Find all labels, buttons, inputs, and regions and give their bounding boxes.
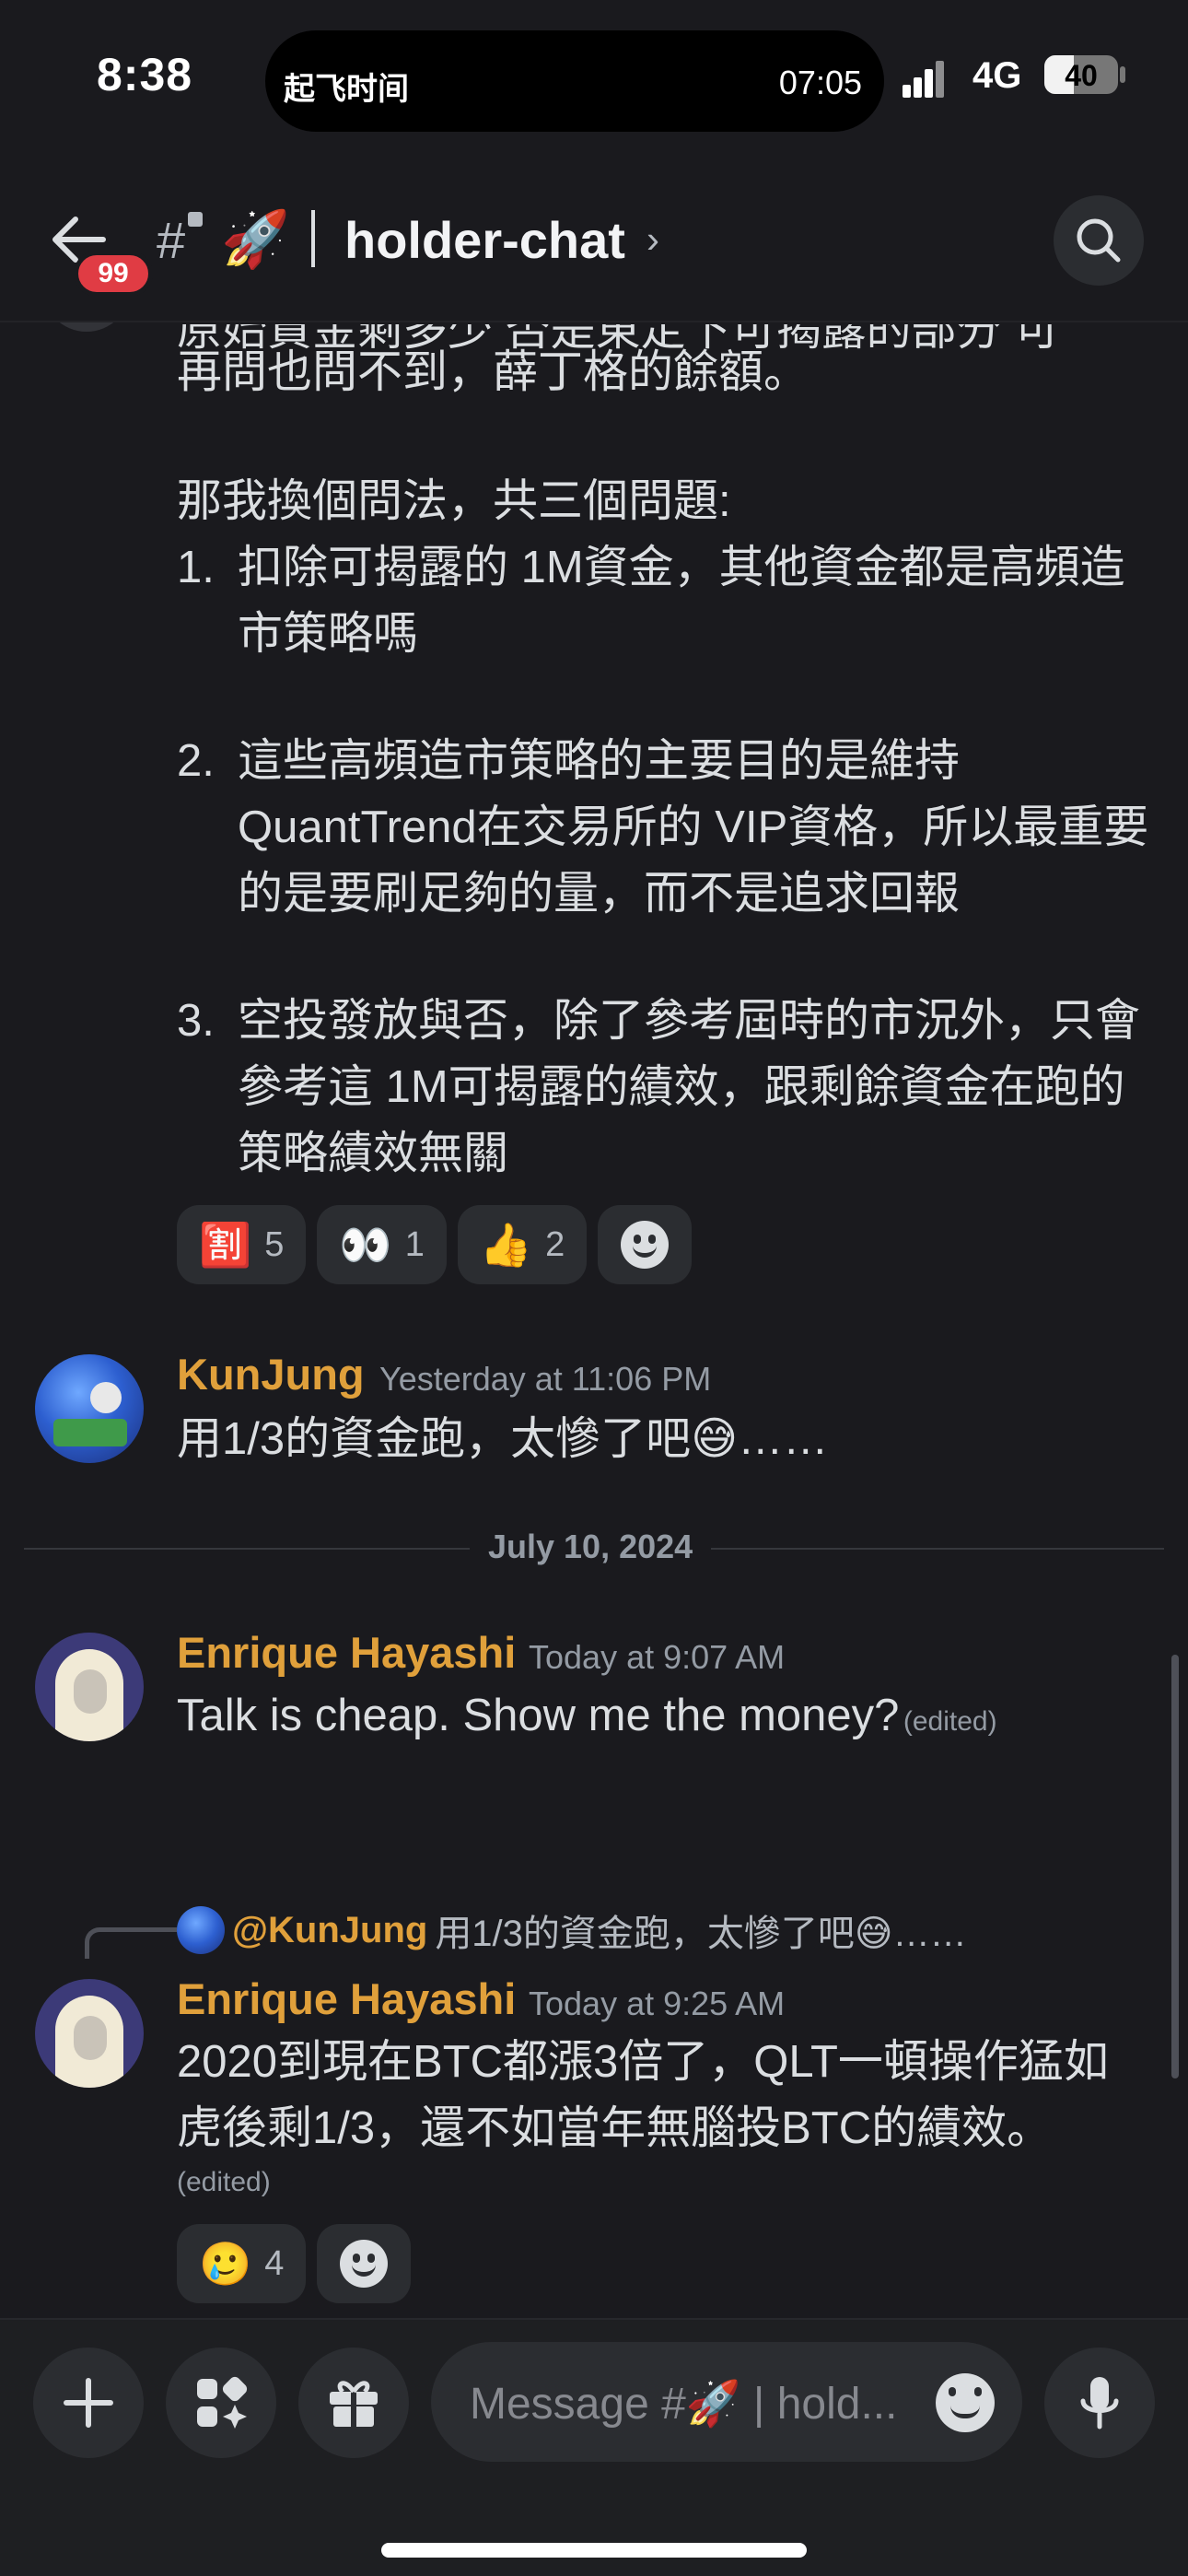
reaction-bar: 🈹 5 👀 1 👍 2 [177, 1205, 693, 1284]
message-input[interactable]: Message #🚀 | hold... [431, 2342, 1022, 2462]
reaction-chip[interactable]: 🥲 4 [177, 2224, 307, 2303]
reaction-emoji: 🥲 [199, 2239, 252, 2288]
reaction-emoji: 🈹 [199, 1220, 252, 1269]
reply-reference[interactable]: @KunJung 用1/3的資金跑，太慘了吧😅…… [177, 1903, 967, 1957]
author-name[interactable]: KunJung [177, 1349, 365, 1399]
channel-hash-icon: # [157, 211, 186, 269]
date-divider: July 10, 2024 [470, 1528, 712, 1566]
channel-emoji: 🚀 [221, 208, 290, 270]
list-item: 2. 這些高頻造市策略的主要目的是維持QuantTrend在交易所的 VIP資格… [177, 728, 1159, 927]
avatar[interactable] [35, 1354, 144, 1463]
chevron-right-icon[interactable]: › [646, 217, 659, 262]
list-number: 1. [177, 543, 215, 592]
plus-icon [64, 2378, 113, 2428]
reply-avatar [177, 1906, 225, 1954]
channel-separator [311, 210, 315, 267]
message-text: 用1/3的資金跑，太慘了吧😅…… [177, 1414, 829, 1464]
message-timestamp: Today at 9:25 AM [529, 1985, 786, 2022]
lock-icon [188, 212, 203, 227]
list-item: 1. 扣除可揭露的 1M資金，其他資金都是高頻造市策略嗎 [177, 534, 1159, 667]
edited-label: (edited) [903, 1706, 997, 1737]
message-timestamp: Yesterday at 11:06 PM [379, 1360, 712, 1398]
reaction-chip[interactable]: 🈹 5 [177, 1205, 307, 1284]
message-body: Talk is cheap. Show me the money? (edite… [177, 1682, 997, 1749]
message-text: Talk is cheap. Show me the money? [177, 1691, 900, 1740]
add-reaction-button[interactable] [598, 1205, 693, 1284]
apps-icon [197, 2376, 248, 2429]
question-list: 1. 扣除可揭露的 1M資金，其他資金都是高頻造市策略嗎 2. 這些高頻造市策略… [177, 534, 1159, 1247]
scrollbar[interactable] [1171, 1655, 1179, 2078]
message-input-placeholder: Message #🚀 | hold... [470, 2380, 898, 2429]
list-item: 3. 空投發放與否，除了參考屆時的市況外，只會參考這 1M可揭露的績效，跟剩餘資… [177, 988, 1159, 1187]
reaction-count: 1 [404, 1224, 425, 1264]
list-text: 扣除可揭露的 1M資金，其他資金都是高頻造市策略嗎 [238, 543, 1125, 659]
list-number: 3. [177, 996, 215, 1046]
reaction-count: 4 [264, 2243, 285, 2283]
author-name[interactable]: Enrique Hayashi [177, 1973, 516, 2024]
unread-badge: 99 [74, 251, 153, 297]
reaction-count: 2 [545, 1224, 565, 1264]
microphone-icon [1080, 2377, 1119, 2430]
edited-label: (edited) [177, 2167, 271, 2197]
reply-preview: 用1/3的資金跑，太慘了吧😅…… [435, 1914, 967, 1954]
voice-message-button[interactable] [1044, 2348, 1155, 2458]
reply-author: @KunJung [232, 1909, 428, 1950]
home-indicator[interactable] [381, 2543, 807, 2558]
avatar[interactable] [35, 1633, 144, 1741]
reaction-bar: 🥲 4 [177, 2224, 412, 2303]
author-name[interactable]: Enrique Hayashi [177, 1627, 516, 1678]
reaction-emoji: 👍 [479, 1220, 533, 1269]
apps-button[interactable] [166, 2348, 276, 2458]
add-reaction-button[interactable] [317, 2224, 412, 2303]
emoji-picker-icon[interactable] [936, 2373, 995, 2432]
message-text: 再問也問不到，薛丁格的餘額。 [177, 347, 809, 397]
message-timestamp: Today at 9:07 AM [529, 1638, 786, 1676]
avatar[interactable] [35, 1979, 144, 2088]
message-list[interactable]: 原始資金剩多少 否是東定下可揭露的部分 可 再問也問不到，薛丁格的餘額。 那我換… [0, 0, 1188, 2318]
list-text: 這些高頻造市策略的主要目的是維持QuantTrend在交易所的 VIP資格，所以… [238, 736, 1149, 919]
gift-button[interactable] [298, 2348, 409, 2458]
message-intro: 那我換個問法，共三個問題: [177, 476, 731, 526]
add-attachment-button[interactable] [33, 2348, 144, 2458]
smiley-icon [340, 2240, 389, 2288]
gift-icon [330, 2381, 378, 2427]
reaction-emoji: 👀 [339, 1220, 392, 1269]
list-text: 空投發放與否，除了參考屆時的市況外，只會參考這 1M可揭露的績效，跟剩餘資金在跑… [238, 996, 1141, 1178]
channel-name[interactable]: holder-chat [344, 210, 625, 270]
reaction-chip[interactable]: 👍 2 [457, 1205, 588, 1284]
smiley-icon [621, 1221, 670, 1269]
list-number: 2. [177, 736, 215, 786]
message-text: 2020到現在BTC都漲3倍了，QLT一頓操作猛如虎後剩1/3，還不如當年無腦投… [177, 2037, 1109, 2153]
reaction-count: 5 [264, 1224, 285, 1264]
search-icon [1077, 218, 1121, 263]
reply-connector [85, 1927, 177, 1959]
search-button[interactable] [1054, 195, 1144, 286]
reaction-chip[interactable]: 👀 1 [317, 1205, 447, 1284]
